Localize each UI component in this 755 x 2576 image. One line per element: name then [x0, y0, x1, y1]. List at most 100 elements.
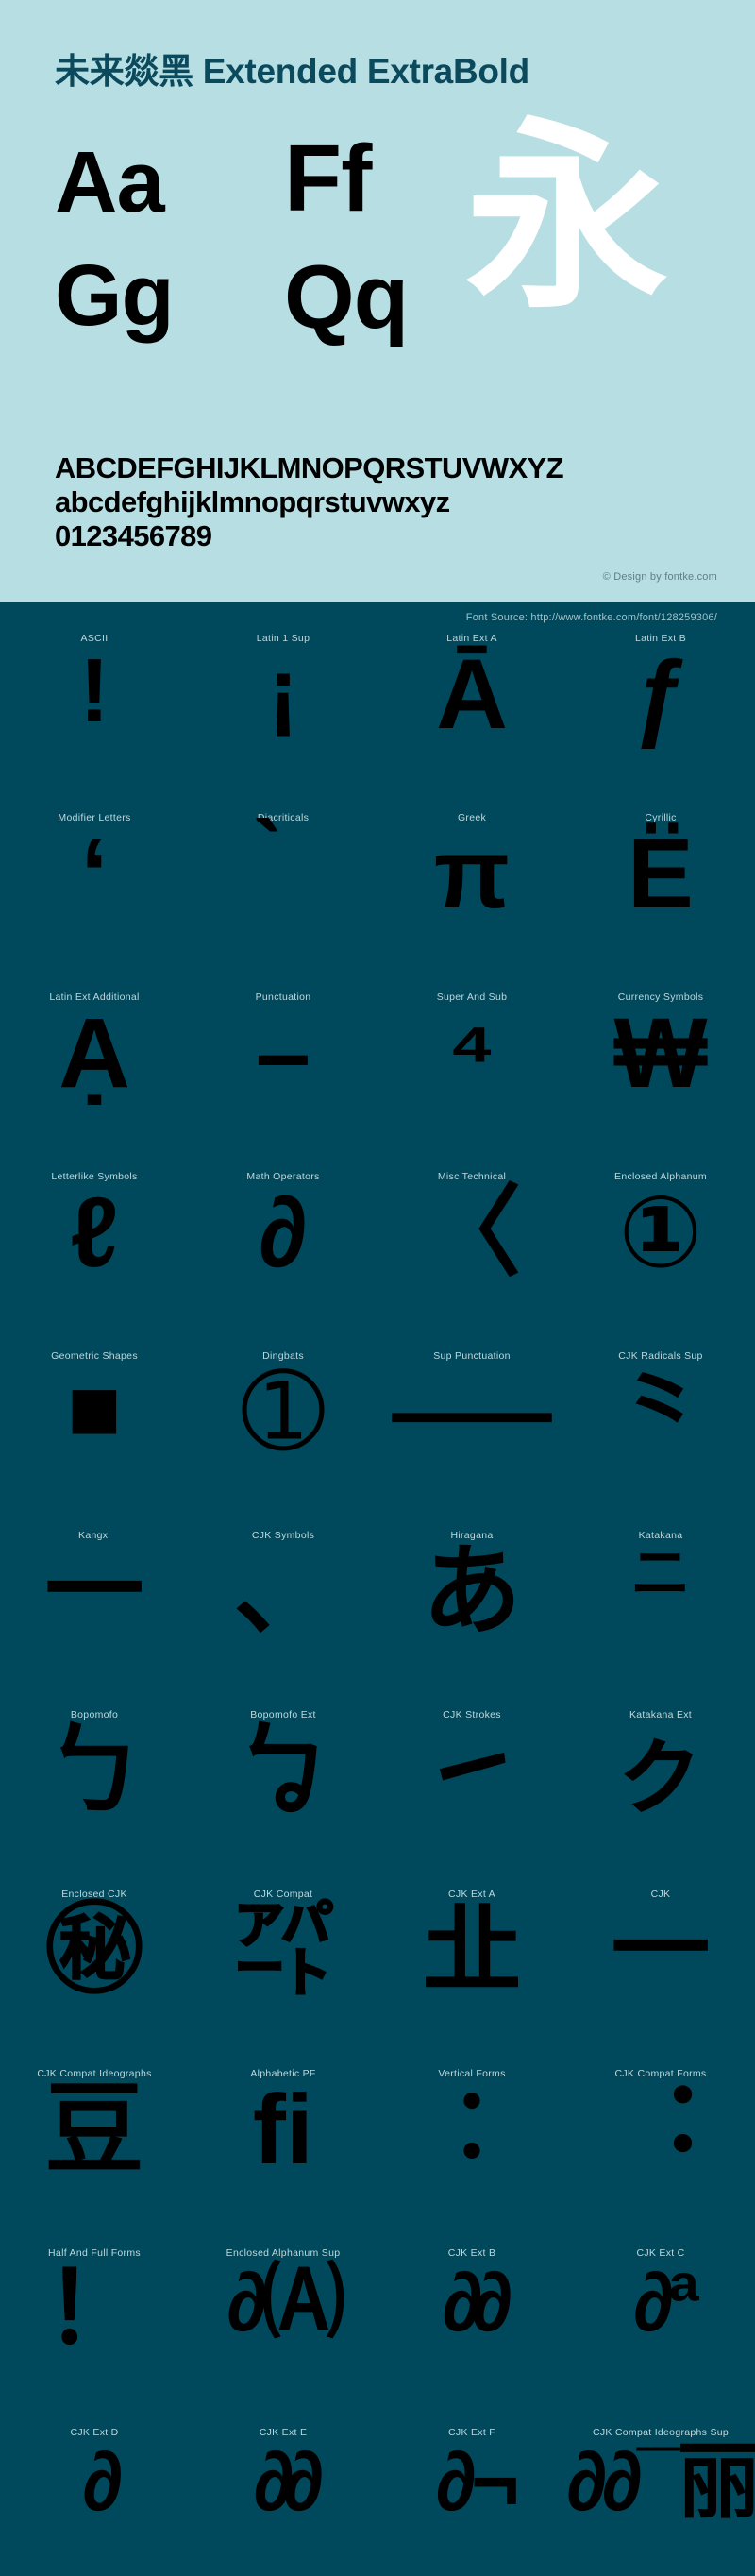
coverage-cell-glyph: Ā [378, 648, 566, 761]
coverage-cell[interactable]: Geometric Shapes ■ [0, 1348, 189, 1528]
coverage-cell-glyph: ㊙ [0, 1904, 189, 2017]
coverage-cell[interactable]: Math Operators ∂ [189, 1169, 378, 1348]
coverage-cell[interactable]: Latin Ext Bƒ [566, 631, 755, 810]
alphabet-digits: 0123456789 [55, 519, 563, 553]
coverage-cell[interactable]: Enclosed Alphanum ① [566, 1169, 755, 1348]
coverage-cell-glyph: 豆 [0, 2083, 189, 2196]
coverage-row: Geometric Shapes ■ Dingbats ➀ Sup Punctuatio… [0, 1348, 755, 1528]
coverage-cell[interactable]: Cyrillic Ё [566, 810, 755, 990]
coverage-cell[interactable]: CJK Radicals Sup ⺀ [566, 1348, 755, 1528]
coverage-cell[interactable]: Super And Sub ⁴ [378, 990, 566, 1169]
coverage-cell-glyph: ！ [0, 2262, 189, 2376]
coverage-cell[interactable]: Kangxi ⼀ [0, 1528, 189, 1707]
coverage-cell[interactable]: ASCII! [0, 631, 189, 810]
coverage-cell[interactable]: CJK Ext F ∂¬𰀀 [378, 2425, 566, 2576]
coverage-cell[interactable]: Currency Symbols ₩ [566, 990, 755, 1169]
coverage-rows: ASCII! Latin 1 Sup ¡ Latin Ext A Ā Latin Ext … [0, 631, 755, 2576]
coverage-cell-glyph: ︓ [566, 2083, 755, 2196]
coverage-cell[interactable]: Enclosed Alphanum Sup ∂🄐 [189, 2246, 378, 2425]
coverage-cell-glyph: ニ [566, 1545, 755, 1658]
coverage-cell-glyph: ∂《𫝀 [0, 2442, 189, 2555]
coverage-cell-glyph: ∂𠀀∂𠀁 [378, 2262, 566, 2376]
coverage-cell-label: Diacriticals [189, 810, 378, 823]
coverage-row: Enclosed CJK ㊙ CJK Compat ㌀ CJK Ext A 㐀 CJK 一 [0, 1887, 755, 2066]
sample-letter-cjk: 永 [465, 116, 667, 319]
design-credit: © Design by fontke.com [603, 571, 717, 583]
coverage-cell[interactable]: Punctuation – [189, 990, 378, 1169]
coverage-cell[interactable]: Sup Punctuation ⸺ [378, 1348, 566, 1528]
coverage-cell-glyph: ʻ [0, 827, 189, 941]
coverage-cell[interactable]: Modifier Letters ʻ [0, 810, 189, 990]
coverage-cell-glyph: ㄅ [0, 1724, 189, 1838]
coverage-row: Modifier LettersʻDiacriticals̀GreekπCyri… [0, 810, 755, 990]
sample-letter-gg: Gg [55, 252, 174, 339]
coverage-cell-glyph: – [189, 1007, 378, 1120]
coverage-cell-glyph: ∂𫠠∂《 [189, 2442, 378, 2555]
coverage-cell[interactable]: Latin Ext Additional Ạ [0, 990, 189, 1169]
coverage-cell-glyph: ∂ [189, 1186, 378, 1299]
coverage-cell[interactable]: Katakana Ext ㇰ [566, 1707, 755, 1887]
coverage-cell[interactable]: Alphabetic PF ﬁ [189, 2066, 378, 2246]
coverage-cell[interactable]: CJK Ext E ∂𫠠∂《 [189, 2425, 378, 2576]
coverage-cell[interactable]: Half And Full Forms！ [0, 2246, 189, 2425]
coverage-cell-glyph: ︰ [378, 2083, 566, 2196]
coverage-cell[interactable]: Hiragana あ [378, 1528, 566, 1707]
coverage-row: ASCII! Latin 1 Sup ¡ Latin Ext A Ā Latin Ext … [0, 631, 755, 810]
coverage-cell-glyph: Ё [566, 827, 755, 941]
coverage-cell-glyph: ■ [0, 1365, 189, 1479]
alphabet-uppercase: ABCDEFGHIJKLMNOPQRSTUVWXYZ [55, 451, 563, 485]
coverage-row: Half And Full Forms！ Enclosed Alphanum Su… [0, 2246, 755, 2425]
coverage-cell[interactable]: CJK Strokes ㇀ [378, 1707, 566, 1887]
coverage-cell[interactable]: CJK Symbols、 [189, 1528, 378, 1707]
coverage-cell[interactable]: Vertical Forms ︰ [378, 2066, 566, 2246]
coverage-cell-glyph: ƒ [566, 648, 755, 761]
coverage-cell[interactable]: Bopomofo Ext ㆠ [189, 1707, 378, 1887]
coverage-cell[interactable]: CJK 一 [566, 1887, 755, 2066]
font-source-link[interactable]: Font Source: http://www.fontke.com/font/… [0, 602, 755, 631]
coverage-cell[interactable]: CJK Compat Ideographs Sup ∂∂¯丽 [566, 2425, 755, 2576]
coverage-row: CJK Compat Ideographs 豆 Alphabetic PF ﬁ Vert… [0, 2066, 755, 2246]
coverage-cell-glyph: Ạ [0, 1007, 189, 1120]
unicode-coverage-panel: Font Source: http://www.fontke.com/font/… [0, 602, 755, 2576]
coverage-cell-glyph: ㇀ [378, 1724, 566, 1838]
coverage-row: Kangxi ⼀ CJK Symbols、 Hiragana あ Katakana ニ [0, 1528, 755, 1707]
coverage-cell-glyph: ① [566, 1186, 755, 1299]
coverage-cell[interactable]: Latin Ext AĀ [378, 631, 566, 810]
coverage-cell[interactable]: Latin 1 Sup ¡ [189, 631, 378, 810]
coverage-cell-glyph: π [378, 827, 566, 941]
sample-letter-ff: Ff [284, 131, 371, 226]
coverage-row: CJK Ext D ∂《𫝀 CJK Ext E ∂𫠠∂《 CJK Ext F ∂¬𰀀 CJK… [0, 2425, 755, 2576]
coverage-row: Latin Ext Additional Ạ Punctuation – Super A… [0, 990, 755, 1169]
coverage-cell-glyph: ⁴ [378, 1007, 566, 1120]
coverage-cell[interactable]: Misc Technical 〈 [378, 1169, 566, 1348]
sample-letter-aa: Aa [55, 139, 164, 226]
coverage-cell[interactable]: Greek π [378, 810, 566, 990]
coverage-cell[interactable]: Bopomofo ㄅ [0, 1707, 189, 1887]
coverage-cell[interactable]: Diacriticals̀ [189, 810, 378, 990]
font-specimen-hero: 未来燚黑 Extended ExtraBold Aa Ff 永 Gg Qq AB… [0, 0, 755, 602]
coverage-cell[interactable]: CJK Compat ㌀ [189, 1887, 378, 2066]
coverage-cell[interactable]: CJK Compat Ideographs 豆 [0, 2066, 189, 2246]
coverage-cell[interactable]: CJK Ext D ∂《𫝀 [0, 2425, 189, 2576]
coverage-cell-glyph: ∂🄐 [189, 2262, 378, 2376]
page-title: 未来燚黑 Extended ExtraBold [55, 0, 700, 92]
coverage-cell[interactable]: Dingbats ➀ [189, 1348, 378, 1528]
coverage-cell-glyph: 一 [566, 1904, 755, 2017]
coverage-cell[interactable]: CJK Ext B ∂𠀀∂𠀁 [378, 2246, 566, 2425]
alphabet-lowercase: abcdefghijklmnopqrstuvwxyz [55, 485, 563, 519]
coverage-cell[interactable]: Katakana ニ [566, 1528, 755, 1707]
coverage-cell[interactable]: Enclosed CJK ㊙ [0, 1887, 189, 2066]
coverage-cell[interactable]: CJK Compat Forms ︓ [566, 2066, 755, 2246]
coverage-cell-glyph: あ [378, 1545, 566, 1658]
coverage-cell-glyph: ∂ª𪜀 [566, 2262, 755, 2376]
coverage-cell-glyph: ⺀ [566, 1365, 755, 1479]
coverage-cell[interactable]: CJK Ext C ∂ª𪜀 [566, 2246, 755, 2425]
coverage-cell[interactable]: CJK Ext A㐀 [378, 1887, 566, 2066]
coverage-cell-glyph: ₩ [566, 1007, 755, 1120]
coverage-cell-glyph: ⸺ [378, 1365, 566, 1479]
coverage-cell[interactable]: Letterlike Symbols ℓ [0, 1169, 189, 1348]
large-sample-grid: Aa Ff 永 Gg Qq [55, 129, 700, 384]
coverage-cell-glyph: 㐀 [378, 1904, 566, 2017]
coverage-row: Letterlike Symbols ℓ Math Operators ∂ Misc T… [0, 1169, 755, 1348]
sample-letter-qq: Qq [284, 252, 408, 343]
